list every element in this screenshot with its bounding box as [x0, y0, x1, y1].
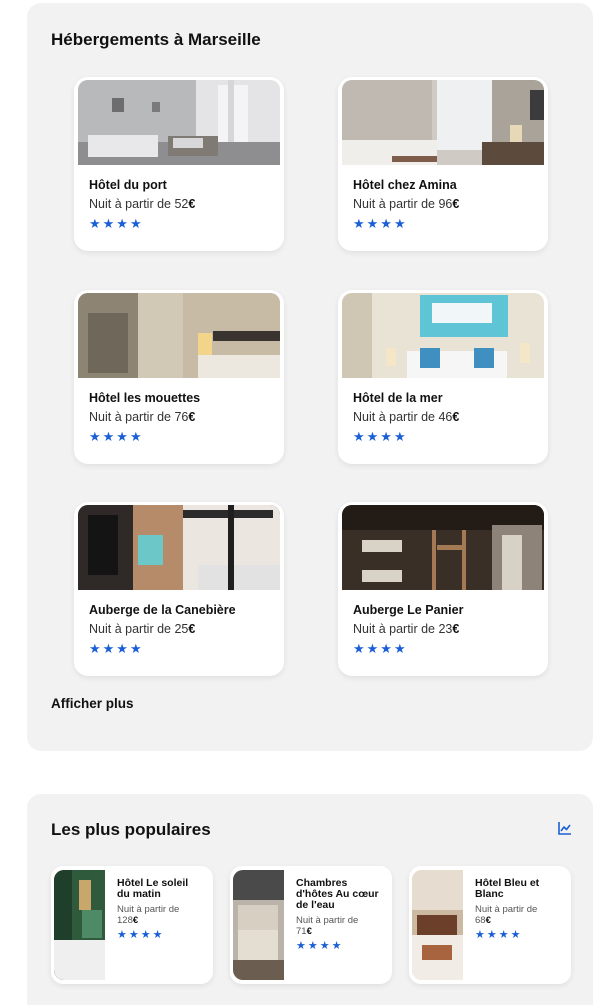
- hotel-price: Nuit à partir de 68€: [475, 904, 538, 926]
- hotel-photo: [78, 293, 280, 378]
- populaires-section: Les plus populaires Hôtel Le soleil du m…: [27, 794, 593, 1005]
- hotel-photo: [78, 80, 280, 165]
- hotel-photo: [233, 870, 284, 980]
- hotel-photo: [54, 870, 105, 980]
- hotel-price: Nuit à partir de 96€: [353, 197, 460, 211]
- hotel-name: Hôtel chez Amina: [353, 178, 457, 192]
- section-title-populaires: Les plus populaires: [51, 820, 211, 839]
- hotel-photo: [342, 293, 544, 378]
- hotel-name: Auberge de la Canebière: [89, 603, 236, 617]
- hotel-photo: [78, 505, 280, 590]
- trending-chart-icon[interactable]: [558, 821, 572, 835]
- hotel-price: Nuit à partir de 25€: [89, 622, 196, 636]
- hebergements-section: Hébergements à Marseille Hôtel du port N…: [27, 3, 593, 751]
- hotel-price: Nuit à partir de 128€: [117, 904, 180, 926]
- star-rating: ★★★★: [353, 216, 408, 231]
- hotel-card[interactable]: Hôtel du port Nuit à partir de 52€ ★★★★: [74, 77, 284, 251]
- hotel-name: Hôtel les mouettes: [89, 391, 201, 405]
- star-rating: ★★★★: [353, 641, 408, 656]
- popular-hotel-card[interactable]: Hôtel Le soleil du matin Nuit à partir d…: [51, 866, 213, 984]
- hotel-photo: [342, 505, 544, 590]
- hotel-card[interactable]: Hôtel de la mer Nuit à partir de 46€ ★★★…: [338, 290, 548, 464]
- star-rating: ★★★★: [117, 929, 165, 941]
- star-rating: ★★★★: [89, 641, 144, 656]
- hotel-price: Nuit à partir de 23€: [353, 622, 460, 636]
- popular-hotel-card[interactable]: Chambres d'hôtes Au cœur de l'eau Nuit à…: [230, 866, 392, 984]
- hotel-card[interactable]: Auberge Le Panier Nuit à partir de 23€ ★…: [338, 502, 548, 676]
- show-more-link[interactable]: Afficher plus: [51, 696, 134, 711]
- star-rating: ★★★★: [296, 940, 344, 952]
- hotel-price: Nuit à partir de 71€: [296, 915, 359, 937]
- hotel-card[interactable]: Hôtel chez Amina Nuit à partir de 96€ ★★…: [338, 77, 548, 251]
- hotel-name: Hôtel Le soleil du matin: [117, 877, 189, 900]
- hotel-name: Chambres d'hôtes Au cœur de l'eau: [296, 877, 379, 911]
- hotel-card[interactable]: Auberge de la Canebière Nuit à partir de…: [74, 502, 284, 676]
- hotel-name: Hôtel Bleu et Blanc: [475, 877, 540, 900]
- popular-hotel-card[interactable]: Hôtel Bleu et Blanc Nuit à partir de 68€…: [409, 866, 571, 984]
- hotel-price: Nuit à partir de 46€: [353, 410, 460, 424]
- hotel-card[interactable]: Hôtel les mouettes Nuit à partir de 76€ …: [74, 290, 284, 464]
- hotel-name: Hôtel du port: [89, 178, 167, 192]
- star-rating: ★★★★: [89, 429, 144, 444]
- hotel-price: Nuit à partir de 52€: [89, 197, 196, 211]
- hotel-name: Hôtel de la mer: [353, 391, 443, 405]
- star-rating: ★★★★: [475, 929, 523, 941]
- hotel-photo: [412, 870, 463, 980]
- star-rating: ★★★★: [89, 216, 144, 231]
- section-title-hebergements: Hébergements à Marseille: [51, 30, 261, 49]
- star-rating: ★★★★: [353, 429, 408, 444]
- hotel-photo: [342, 80, 544, 165]
- hotel-name: Auberge Le Panier: [353, 603, 464, 617]
- hotel-price: Nuit à partir de 76€: [89, 410, 196, 424]
